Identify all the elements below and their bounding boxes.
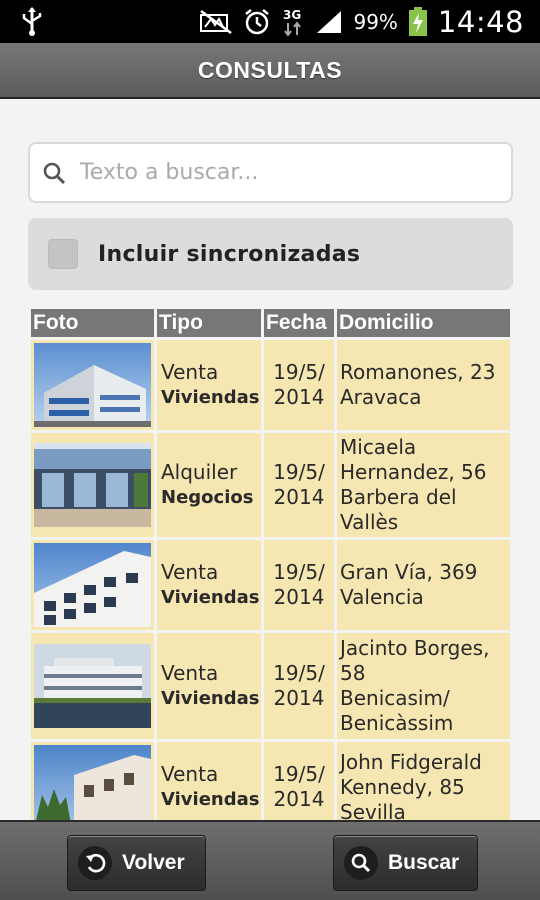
column-header-tipo: Tipo: [157, 309, 261, 337]
table-row[interactable]: Venta Viviendas 19/5/ 2014 Romanones, 23…: [31, 340, 510, 430]
page-title: CONSULTAS: [197, 56, 343, 83]
address-cell: Romanones, 23 Aravaca: [337, 340, 510, 430]
address-line: Aravaca: [340, 385, 422, 409]
tipo-cell: Venta Viviendas: [157, 340, 261, 430]
date-line-2: 2014: [273, 787, 325, 811]
date-line-2: 2014: [273, 585, 325, 609]
photo-cell: [31, 742, 154, 820]
address-line: Romanones, 23: [340, 360, 496, 384]
bottom-bar: Volver Buscar: [0, 820, 540, 900]
include-synced-row[interactable]: Incluir sincronizadas: [28, 218, 513, 290]
column-header-domicilio: Domicilio: [337, 309, 510, 337]
address-line: John Fidgerald: [340, 749, 482, 774]
building-photo: [34, 745, 151, 820]
table-row[interactable]: Venta Viviendas 19/5/ 2014 John Fidgeral…: [31, 742, 510, 820]
category-label: Negocios: [161, 487, 254, 508]
address-line: Kennedy, 85: [340, 774, 465, 799]
date-line-1: 19/5/: [273, 560, 325, 584]
address-cell: Jacinto Borges, 58 Benicasim/ Benicàssim: [337, 633, 510, 739]
operation-label: Venta: [161, 560, 219, 584]
table-row[interactable]: Alquiler Negocios 19/5/ 2014 Micaela Her…: [31, 433, 510, 537]
tipo-cell: Venta Viviendas: [157, 633, 261, 739]
address-line: Benicasim/: [340, 686, 450, 710]
photo-cell: [31, 340, 154, 430]
alarm-icon: [245, 8, 270, 34]
address-line: Sevilla: [340, 799, 406, 821]
battery-charging-icon: [408, 6, 427, 36]
search-input[interactable]: [80, 160, 480, 185]
tipo-cell: Venta Viviendas: [157, 540, 261, 630]
address-line: 58: [340, 661, 366, 685]
data-3g-icon: 3G: [283, 8, 302, 37]
operation-label: Venta: [161, 360, 219, 384]
back-arrow-icon: [78, 846, 112, 880]
category-label: Viviendas: [161, 789, 260, 810]
table-row[interactable]: Venta Viviendas 19/5/ 2014 Gran Vía, 369…: [31, 540, 510, 630]
back-button-label: Volver: [122, 851, 185, 874]
building-photo: [34, 543, 151, 627]
network-label: 3G: [283, 8, 301, 22]
no-sound-icon: [200, 9, 233, 34]
battery-percent: 99%: [353, 9, 398, 34]
date-line-1: 19/5/: [273, 762, 325, 786]
action-bar: CONSULTAS: [0, 43, 540, 99]
include-synced-label: Incluir sincronizadas: [98, 241, 361, 267]
results-table-container[interactable]: Foto Tipo Fecha Domicilio Venta Vivienda…: [28, 306, 513, 820]
clock: 14:48: [437, 4, 524, 39]
search-box[interactable]: [28, 142, 513, 203]
results-table: Foto Tipo Fecha Domicilio Venta Vivienda…: [28, 306, 513, 820]
back-button[interactable]: Volver: [67, 835, 206, 891]
operation-label: Venta: [161, 661, 219, 685]
building-photo: [34, 343, 151, 427]
date-line-2: 2014: [273, 385, 325, 409]
address-line: Valencia: [340, 585, 424, 609]
date-cell: 19/5/ 2014: [264, 742, 334, 820]
tipo-cell: Alquiler Negocios: [157, 433, 261, 537]
date-line-2: 2014: [273, 485, 325, 509]
address-line: Benicàssim: [340, 711, 454, 735]
search-button[interactable]: Buscar: [333, 835, 478, 891]
building-photo: [34, 443, 151, 527]
date-line-2: 2014: [273, 686, 325, 710]
date-line-1: 19/5/: [273, 360, 325, 384]
status-bar: 3G 99% 14:48: [0, 0, 540, 43]
address-line: Barbera del: [340, 485, 457, 509]
photo-cell: [31, 433, 154, 537]
address-line: Jacinto Borges,: [340, 636, 490, 660]
search-icon: [43, 162, 66, 184]
column-header-foto: Foto: [31, 309, 154, 337]
building-photo: [34, 644, 151, 728]
tipo-cell: Venta Viviendas: [157, 742, 261, 820]
date-line-1: 19/5/: [273, 661, 325, 685]
address-line: Hernandez, 56: [340, 460, 487, 484]
table-row[interactable]: Venta Viviendas 19/5/ 2014 Jacinto Borge…: [31, 633, 510, 739]
category-label: Viviendas: [161, 587, 260, 608]
date-cell: 19/5/ 2014: [264, 433, 334, 537]
address-cell: Micaela Hernandez, 56 Barbera del Vallès: [337, 433, 510, 537]
signal-icon: [317, 10, 342, 33]
address-line: Vallès: [340, 510, 399, 534]
operation-label: Alquiler: [161, 460, 238, 484]
date-cell: 19/5/ 2014: [264, 633, 334, 739]
address-cell: John Fidgerald Kennedy, 85 Sevilla: [337, 742, 510, 820]
usb-icon: [22, 7, 42, 36]
include-synced-checkbox[interactable]: [48, 239, 78, 269]
date-cell: 19/5/ 2014: [264, 540, 334, 630]
date-line-1: 19/5/: [273, 460, 325, 484]
operation-label: Venta: [161, 762, 219, 786]
date-cell: 19/5/ 2014: [264, 340, 334, 430]
address-cell: Gran Vía, 369 Valencia: [337, 540, 510, 630]
search-button-label: Buscar: [388, 851, 460, 874]
photo-cell: [31, 540, 154, 630]
table-header-row: Foto Tipo Fecha Domicilio: [31, 309, 510, 337]
address-line: Micaela: [340, 435, 417, 459]
category-label: Viviendas: [161, 387, 260, 408]
photo-cell: [31, 633, 154, 739]
category-label: Viviendas: [161, 688, 260, 709]
search-icon: [344, 846, 378, 880]
column-header-fecha: Fecha: [264, 309, 334, 337]
address-line: Gran Vía, 369: [340, 560, 478, 584]
